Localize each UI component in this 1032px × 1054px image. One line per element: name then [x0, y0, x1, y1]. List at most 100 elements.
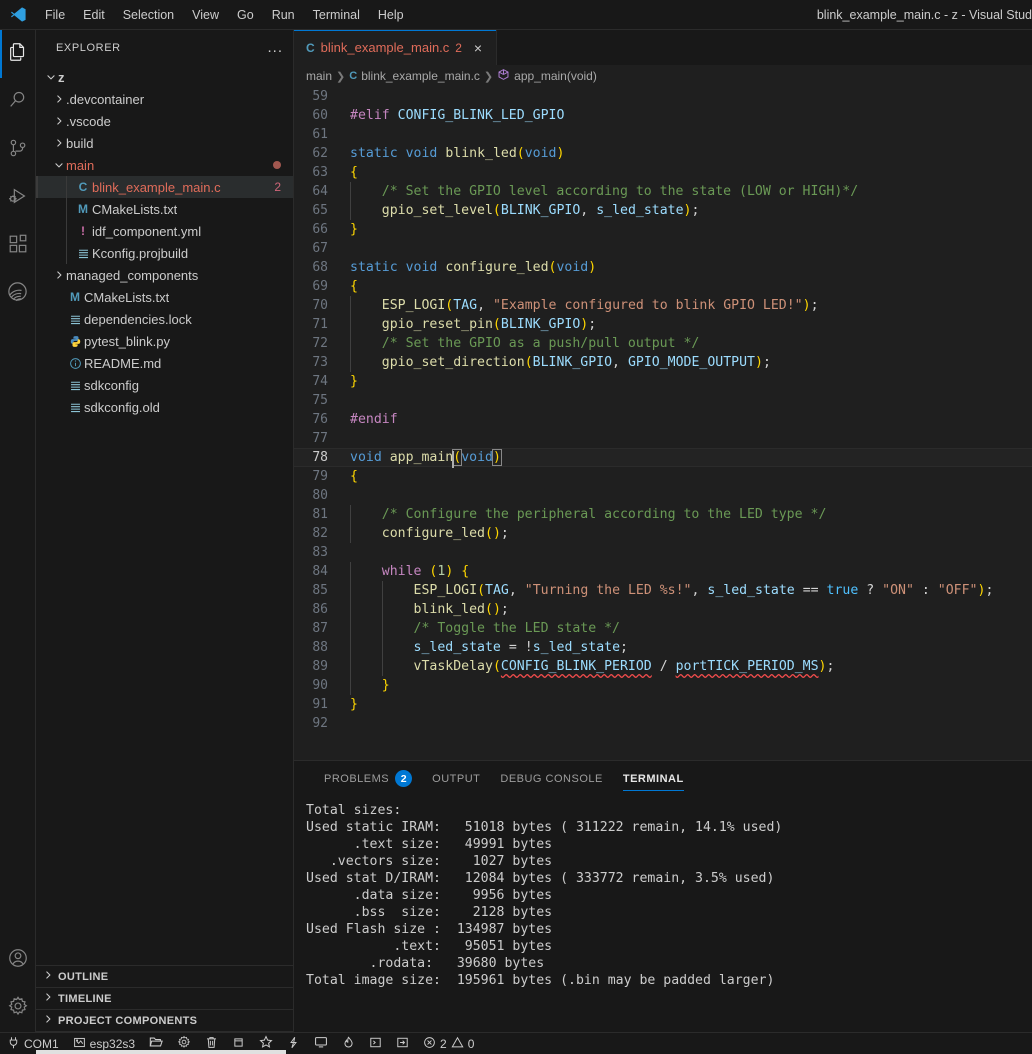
menu-run[interactable]: Run	[263, 4, 304, 26]
tree-file-pytest-blink-py[interactable]: pytest_blink.py	[36, 330, 293, 352]
code-line[interactable]: 70 ESP_LOGI(TAG, "Example configured to …	[294, 296, 1032, 315]
panel-tab-problems[interactable]: PROBLEMS 2	[314, 761, 422, 796]
status-problems[interactable]: 2 0	[416, 1033, 481, 1054]
tree-item-label: sdkconfig	[84, 377, 139, 393]
sidebar-section-outline[interactable]: OUTLINE	[36, 966, 293, 988]
breadcrumb-item-main[interactable]: main	[306, 69, 332, 83]
code-line[interactable]: 86 blink_led();	[294, 600, 1032, 619]
sidebar-more-actions-icon[interactable]: ...	[267, 40, 283, 55]
tree-file-cmakelists-txt[interactable]: M CMakeLists.txt	[36, 286, 293, 308]
tree-folder-build[interactable]: build	[36, 132, 293, 154]
code-line[interactable]: 80	[294, 486, 1032, 505]
code-line[interactable]: 73 gpio_set_direction(BLINK_GPIO, GPIO_M…	[294, 353, 1032, 372]
terminal-output[interactable]: Total sizes: Used static IRAM: 51018 byt…	[294, 796, 1032, 1032]
activity-run-and-debug[interactable]	[0, 174, 36, 222]
menu-selection[interactable]: Selection	[114, 4, 183, 26]
activity-extensions[interactable]	[0, 222, 36, 270]
code-line[interactable]: 69 {	[294, 277, 1032, 296]
code-line[interactable]: 79 {	[294, 467, 1032, 486]
sidebar-section-project-components[interactable]: PROJECT COMPONENTS	[36, 1010, 293, 1032]
panel-tab-terminal[interactable]: TERMINAL	[613, 761, 694, 796]
tree-file-sdkconfig-old[interactable]: sdkconfig.old	[36, 396, 293, 418]
status-open-terminal[interactable]	[362, 1033, 389, 1054]
breadcrumb-item-symbol[interactable]: app_main(void)	[497, 68, 597, 84]
code-line[interactable]: 59	[294, 87, 1032, 106]
code-editor[interactable]: 59 60 #elif CONFIG_BLINK_LED_GPIO 61 62 stati…	[294, 87, 1032, 760]
code-line[interactable]: 67	[294, 239, 1032, 258]
code-text: {	[350, 279, 358, 294]
code-line[interactable]: 87 /* Toggle the LED state */	[294, 619, 1032, 638]
menu-terminal[interactable]: Terminal	[304, 4, 369, 26]
breadcrumb-item-file[interactable]: C blink_example_main.c	[349, 69, 480, 83]
code-line[interactable]: 84 while (1) {	[294, 562, 1032, 581]
code-text: static void configure_led(void)	[350, 260, 597, 275]
indent-guide	[381, 581, 383, 600]
activity-espressif-idf[interactable]	[0, 270, 36, 318]
sidebar-section-timeline[interactable]: TIMELINE	[36, 988, 293, 1010]
code-line[interactable]: 85 ESP_LOGI(TAG, "Turning the LED %s!", …	[294, 581, 1032, 600]
status-monitor-device[interactable]	[307, 1033, 335, 1054]
code-line[interactable]: 71 gpio_reset_pin(BLINK_GPIO);	[294, 315, 1032, 334]
close-icon[interactable]: ×	[470, 41, 486, 55]
code-line[interactable]: 81 /* Configure the peripheral according…	[294, 505, 1032, 524]
activity-source-control[interactable]	[0, 126, 36, 174]
tree-file-dependencies-lock[interactable]: dependencies.lock	[36, 308, 293, 330]
menu-help[interactable]: Help	[369, 4, 413, 26]
code-line[interactable]: 72 /* Set the GPIO as a push/pull output…	[294, 334, 1032, 353]
code-line[interactable]: 91}	[294, 695, 1032, 714]
code-line[interactable]: 78 void app_main(void)	[294, 448, 1032, 468]
code-line[interactable]: 66}	[294, 220, 1032, 239]
line-number: 75	[312, 393, 328, 408]
tree-folder--vscode[interactable]: .vscode	[36, 110, 293, 132]
code-line[interactable]: 76 #endif	[294, 410, 1032, 429]
code-line[interactable]: 64 /* Set the GPIO level according to th…	[294, 182, 1032, 201]
code-line[interactable]: 61	[294, 125, 1032, 144]
code-line[interactable]: 92	[294, 714, 1032, 733]
panel-tab-output[interactable]: OUTPUT	[422, 761, 490, 796]
code-line[interactable]: 60 #elif CONFIG_BLINK_LED_GPIO	[294, 106, 1032, 125]
tree-folder-main[interactable]: main	[36, 154, 293, 176]
code-line[interactable]: 63 {	[294, 163, 1032, 182]
code-line[interactable]: 82 configure_led();	[294, 524, 1032, 543]
code-line[interactable]: 77	[294, 429, 1032, 448]
status-idf-custom-task[interactable]	[389, 1033, 416, 1054]
status-build-flash-monitor[interactable]	[335, 1033, 362, 1054]
menu-go[interactable]: Go	[228, 4, 263, 26]
menu-edit[interactable]: Edit	[74, 4, 114, 26]
code-line[interactable]: 74}	[294, 372, 1032, 391]
tree-file-blink-example-main-c[interactable]: Cblink_example_main.c 2	[36, 176, 293, 198]
activity-accounts[interactable]	[0, 936, 36, 984]
code-line[interactable]: 75	[294, 391, 1032, 410]
sidebar-section-label: TIMELINE	[58, 992, 112, 1005]
tree-file-idf-component-yml[interactable]: ! idf_component.yml	[36, 220, 293, 242]
activity-search[interactable]	[0, 78, 36, 126]
horizontal-scrollbar-thumb[interactable]	[36, 1050, 286, 1054]
activity-manage-settings[interactable]	[0, 984, 36, 1032]
chevron-right-icon	[42, 991, 54, 1006]
editor-tab-blink-example-main-c[interactable]: C blink_example_main.c 2 ×	[294, 30, 497, 65]
tree-file-readme-md[interactable]: README.md	[36, 352, 293, 374]
tree-folder-managed-components[interactable]: managed_components	[36, 264, 293, 286]
code-line[interactable]: 89 vTaskDelay(CONFIG_BLINK_PERIOD / port…	[294, 657, 1032, 676]
tree-file-sdkconfig[interactable]: sdkconfig	[36, 374, 293, 396]
tree-folder-z[interactable]: z	[36, 66, 293, 88]
code-text: }	[350, 222, 358, 237]
code-line[interactable]: 68 static void configure_led(void)	[294, 258, 1032, 277]
panel-tab-debug-console[interactable]: DEBUG CONSOLE	[490, 761, 612, 796]
tree-file-kconfig-projbuild[interactable]: Kconfig.projbuild	[36, 242, 293, 264]
code-line[interactable]: 88 s_led_state = !s_led_state;	[294, 638, 1032, 657]
code-line[interactable]: 83	[294, 543, 1032, 562]
c-file-icon: C	[306, 40, 315, 55]
line-number: 91	[312, 697, 328, 712]
menu-file[interactable]: File	[36, 4, 74, 26]
menu-view[interactable]: View	[183, 4, 228, 26]
tree-file-cmakelists-txt[interactable]: M CMakeLists.txt	[36, 198, 293, 220]
tree-folder--devcontainer[interactable]: .devcontainer	[36, 88, 293, 110]
breadcrumb-label: main	[306, 69, 333, 83]
line-number: 87	[312, 621, 328, 636]
code-line[interactable]: 62 static void blink_led(void)	[294, 144, 1032, 163]
code-line[interactable]: 65 gpio_set_level(BLINK_GPIO, s_led_stat…	[294, 201, 1032, 220]
code-line[interactable]: 90 }	[294, 676, 1032, 695]
activity-explorer[interactable]	[0, 30, 36, 78]
code-text: /* Configure the peripheral according to…	[350, 505, 826, 524]
